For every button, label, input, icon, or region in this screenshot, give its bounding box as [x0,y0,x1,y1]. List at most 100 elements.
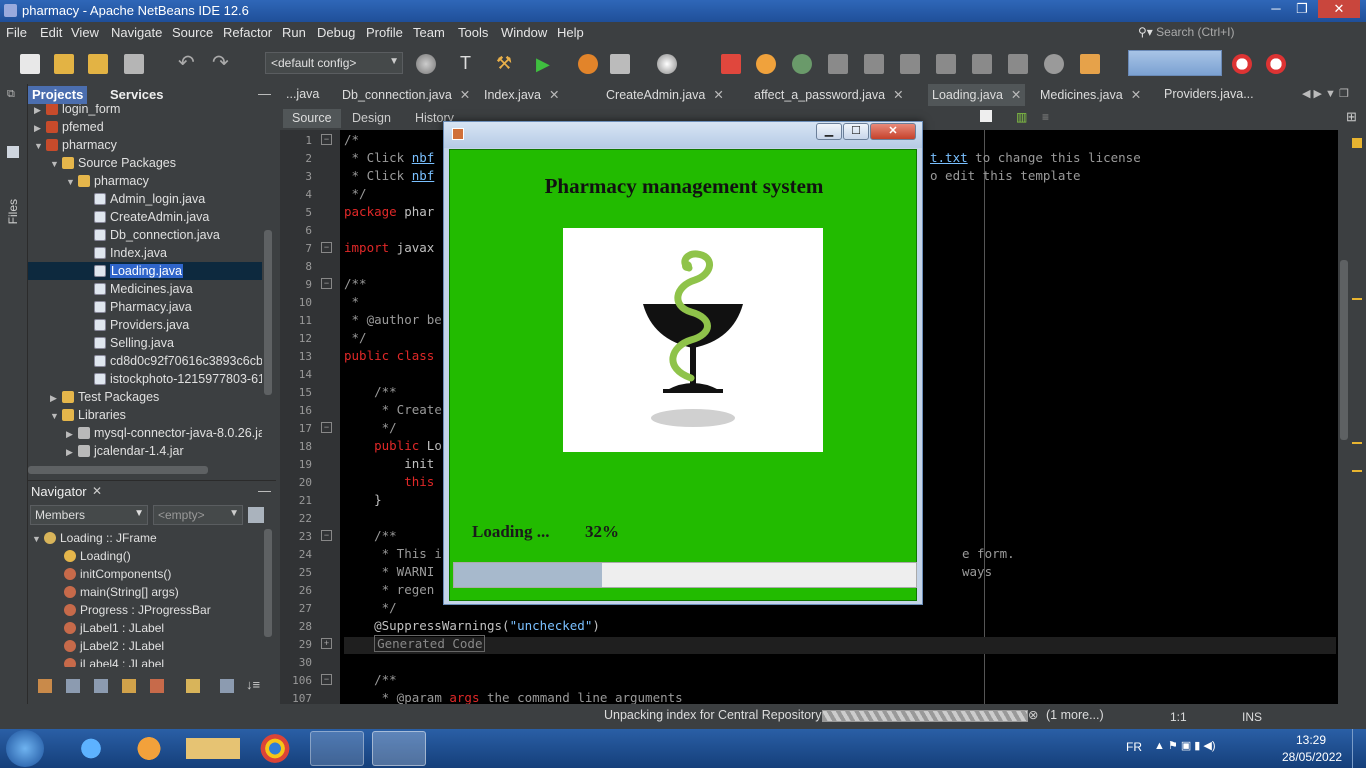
code-line[interactable]: * Click nbf [344,168,435,183]
expand-arrow-icon[interactable]: ▼ [50,407,62,425]
editor-tab[interactable]: Medicines.java ✕ [1036,84,1145,106]
tree-item[interactable]: ▼ Libraries [28,406,262,424]
tree-item[interactable]: Loading.java [28,262,262,280]
code-line[interactable]: * @author be [344,312,442,327]
code-line[interactable]: */ [344,420,397,435]
restore-window-group-icon[interactable]: ⧉ [7,88,15,101]
java-taskbar-icon[interactable] [372,731,426,766]
code-line[interactable]: * [344,294,360,309]
netbeans-taskbar-icon[interactable] [310,731,364,766]
show-inherited-icon[interactable] [38,679,52,693]
files-tab[interactable]: Files [6,199,20,224]
code-line[interactable]: init [344,456,434,471]
code-line[interactable]: * Click nbf [344,150,435,165]
code-line[interactable]: /** [344,528,397,543]
take-snapshot-icon[interactable] [1044,54,1064,74]
maximize-button[interactable]: ❐ [1288,0,1316,18]
editor-tab[interactable]: Index.java ✕ [480,84,563,106]
expand-arrow-icon[interactable]: ▶ [50,389,62,407]
warning-stripe[interactable] [1352,470,1362,472]
undo-icon[interactable]: ↶ [178,53,198,74]
editor-scrollbar[interactable] [1340,260,1348,440]
collapse-fold-icon[interactable]: − [321,674,332,685]
expand-arrow-icon[interactable]: ▼ [66,173,78,191]
tree-item[interactable]: Admin_login.java [28,190,262,208]
profile-icon[interactable] [610,54,630,74]
collapse-fold-icon[interactable]: − [321,134,332,145]
step-over-icon[interactable] [828,54,848,74]
menu-team[interactable]: Team [413,25,445,40]
source-view-button[interactable]: Source [283,109,341,128]
run-to-cursor-icon[interactable] [972,54,992,74]
code-line[interactable]: public Lo [344,438,442,453]
config-select[interactable]: <default config> ▼ [265,52,403,74]
menu-edit[interactable]: Edit [40,25,62,40]
editor-tab[interactable]: Providers.java... [1160,84,1258,106]
split-editor-icon[interactable]: ⊞ [1346,109,1357,125]
menu-source[interactable]: Source [172,25,213,40]
expand-arrow-icon[interactable]: ▼ [34,137,46,155]
step-into-icon[interactable] [900,54,920,74]
navigator-item[interactable]: ▼ Loading :: JFrame [28,529,157,547]
tree-item[interactable]: ▶ jcalendar-1.4.jar [28,442,262,460]
code-line[interactable]: /** [344,276,367,291]
new-file-icon[interactable] [20,54,40,74]
comment-icon[interactable]: ≡ [1042,110,1049,124]
minimize-panel-icon[interactable]: — [258,86,271,101]
toggle-bookmark-icon[interactable]: ▥ [1016,110,1027,124]
menu-file[interactable]: File [6,25,27,40]
navigator-scrollbar[interactable] [264,529,272,637]
collapse-fold-icon[interactable]: − [321,278,332,289]
code-line[interactable]: } [344,492,382,507]
stop-icon[interactable] [721,54,741,74]
stop-macro-icon[interactable] [980,110,992,122]
language-indicator[interactable]: FR [1126,740,1142,754]
start-button-icon[interactable] [6,730,44,767]
run-icon[interactable]: ▶ [536,54,556,74]
editor-tab[interactable]: Db_connection.java ✕ [338,84,474,106]
members-select[interactable]: Members ▼ [30,505,148,525]
save-all-icon[interactable] [124,54,144,74]
warning-marker-icon[interactable] [1352,138,1362,148]
file-explorer-icon[interactable] [186,731,240,766]
new-project-icon[interactable] [54,54,74,74]
show-inner-classes-icon[interactable] [150,679,164,693]
code-line[interactable]: this [344,474,434,489]
menu-navigate[interactable]: Navigate [111,25,162,40]
code-line[interactable]: @SuppressWarnings("unchecked") [344,618,600,633]
code-line[interactable]: import javax [344,240,434,255]
tree-item[interactable]: Selling.java [28,334,262,352]
filter-select[interactable]: <empty> ▼ [153,505,243,525]
search-input[interactable]: ⚲▾ Search (Ctrl+I) [1138,25,1358,42]
updates-icon[interactable] [1266,54,1286,74]
tree-vertical-scrollbar[interactable] [264,230,272,395]
profile-dropdown-icon[interactable] [657,54,677,74]
collapse-fold-icon[interactable]: − [321,242,332,253]
expand-arrow-icon[interactable]: ▶ [34,104,46,119]
code-line[interactable]: package phar [344,204,434,219]
cancel-task-icon[interactable]: ⊗ [1028,707,1038,722]
tree-horizontal-scrollbar[interactable] [28,466,208,474]
notifications-icon[interactable] [1232,54,1252,74]
code-line-fragment[interactable]: t.txt to change this license [930,150,1141,165]
editor-tab-active[interactable]: Loading.java ✕ [928,84,1026,106]
code-line[interactable]: Generated Code [344,635,486,652]
editor-tab[interactable]: CreateAdmin.java ✕ [602,84,728,106]
debug-icon[interactable] [578,54,598,74]
close-tab-icon[interactable]: ✕ [1011,88,1021,102]
close-tab-icon[interactable]: ✕ [1131,88,1141,102]
code-line[interactable]: */ [344,186,367,201]
dialog-minimize-button[interactable]: ▁ [816,123,842,140]
open-project-icon[interactable] [88,54,108,74]
navigator-item[interactable]: Progress : JProgressBar [28,601,211,619]
tree-item[interactable]: ▶ pfemed [28,118,262,136]
tree-item[interactable]: Index.java [28,244,262,262]
show-desktop-button[interactable] [1352,729,1366,768]
menu-tools[interactable]: Tools [458,25,488,40]
tree-item[interactable]: ▼ pharmacy [28,172,262,190]
step-out-icon[interactable] [936,54,956,74]
navigator-item[interactable]: jLabel4 : JLabel [28,655,164,667]
show-constructors-icon[interactable] [186,679,200,693]
menu-debug[interactable]: Debug [317,25,355,40]
warning-stripe[interactable] [1352,298,1362,300]
